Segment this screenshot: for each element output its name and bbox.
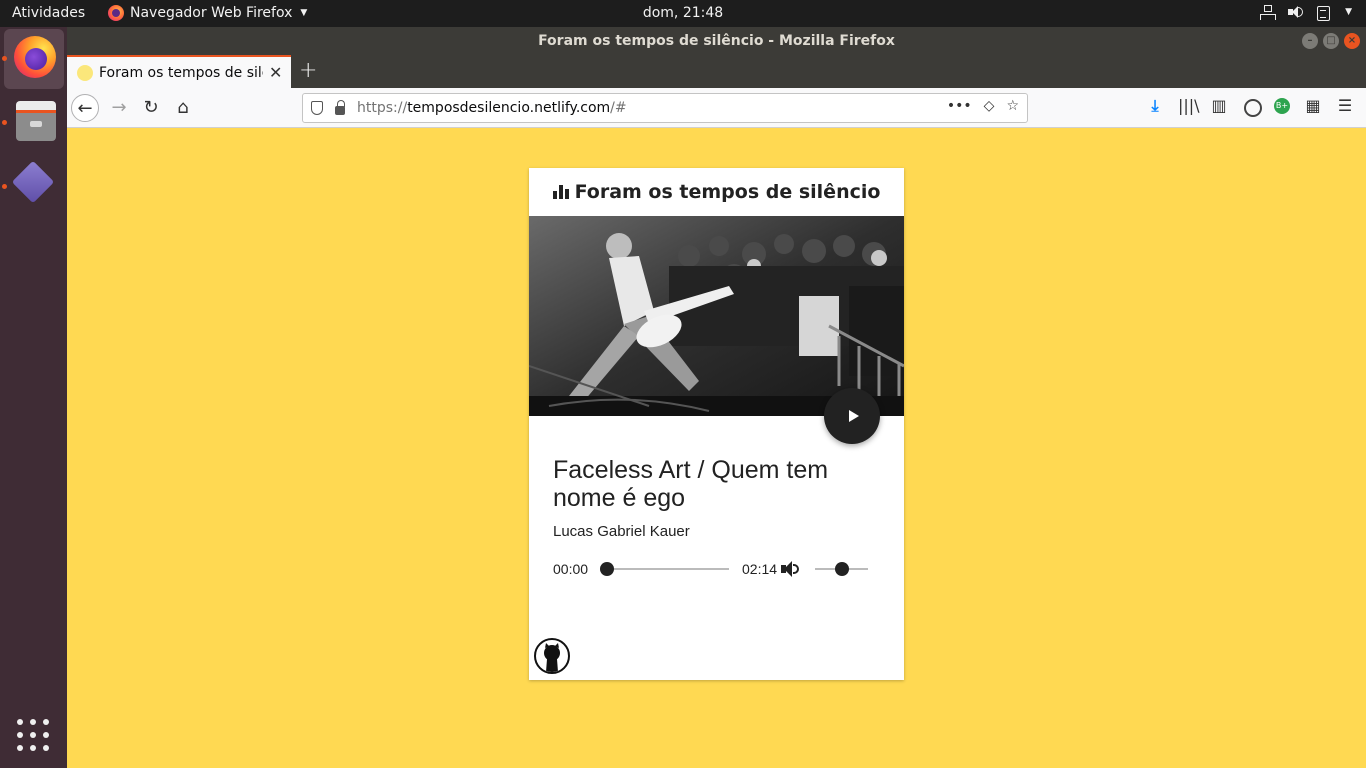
url-text[interactable]: https://temposdesilencio.netlify.com/# [357,100,627,116]
current-time: 00:00 [553,561,589,577]
bar-chart-icon [552,185,569,199]
bookmark-star-icon[interactable]: ☆ [1006,98,1019,114]
window-title: Foram os tempos de silêncio - Mozilla Fi… [538,33,895,49]
minimize-button[interactable]: – [1302,33,1318,49]
maximize-button[interactable]: □ [1323,33,1339,49]
clock[interactable]: dom, 21:48 [0,5,1366,21]
chevron-down-icon[interactable]: ▼ [1345,7,1352,17]
dock-item-app[interactable] [4,155,64,215]
dock-item-files[interactable] [4,91,64,151]
downloads-icon[interactable]: ⤓ [1146,97,1164,115]
play-button[interactable] [824,388,880,444]
page-actions-icon[interactable]: ••• [947,98,972,114]
forward-button[interactable]: → [105,94,133,122]
tab-active[interactable]: Foram os tempos de silêncio ✕ [67,55,291,88]
dock [0,27,67,768]
sidebar-icon[interactable]: ▥ [1210,97,1228,115]
show-applications-icon[interactable] [17,719,49,751]
reload-button[interactable]: ↻ [137,94,165,122]
running-indicator [2,184,7,189]
tracking-shield-icon[interactable] [311,101,323,115]
account-icon[interactable] [1242,97,1260,115]
player-card: Foram os tempos de silêncio Faceless Art… [529,168,904,680]
extensions-puzzle-icon[interactable]: ▦ [1304,97,1322,115]
files-icon [16,101,56,141]
volume-icon[interactable] [1287,4,1304,20]
close-tab-icon[interactable]: ✕ [269,63,282,82]
pocket-icon[interactable]: ◇ [984,98,995,114]
tab-strip: Foram os tempos de silêncio ✕ + [67,55,1366,88]
running-indicator [2,120,7,125]
volume-icon[interactable] [781,560,801,578]
album-cover-image [529,216,904,416]
system-top-bar: Atividades Navegador Web Firefox ▼ dom, … [0,0,1366,27]
favicon-icon [77,64,93,81]
concert-photo [529,216,904,416]
play-icon [848,410,859,422]
clipboard-icon[interactable] [1315,4,1331,21]
duration: 02:14 [742,561,778,577]
tab-title: Foram os tempos de silêncio [99,64,263,81]
close-window-button[interactable]: × [1344,33,1360,49]
volume-slider[interactable] [815,562,868,576]
song-title: Faceless Art / Quem tem nome é ego [553,456,829,512]
hamburger-menu-icon[interactable]: ☰ [1336,97,1354,115]
seek-bar[interactable] [600,562,729,576]
running-indicator [2,56,7,61]
network-icon[interactable] [1259,4,1277,20]
lock-icon[interactable] [335,99,345,115]
new-tab-button[interactable]: + [299,58,317,83]
card-header: Foram os tempos de silêncio [529,168,904,216]
firefox-icon [14,36,56,78]
seek-handle[interactable] [600,562,614,576]
home-button[interactable]: ⌂ [169,94,197,122]
page-title: Foram os tempos de silêncio [574,181,881,203]
system-tray[interactable]: ▼ [1259,4,1352,21]
github-icon [544,643,560,672]
artist-name: Lucas Gabriel Kauer [553,523,690,540]
github-link[interactable] [534,638,570,674]
app-gem-icon [11,160,55,204]
back-button[interactable]: ← [71,94,99,122]
volume-handle[interactable] [834,562,849,576]
extension-icon[interactable]: B+ [1274,98,1290,114]
window-title-bar: Foram os tempos de silêncio - Mozilla Fi… [67,27,1366,55]
audio-controls: 00:00 02:14 [553,558,883,580]
url-bar[interactable]: https://temposdesilencio.netlify.com/# •… [302,93,1028,123]
nav-toolbar: ← → ↻ ⌂ https://temposdesilencio.netlify… [67,88,1366,128]
library-icon[interactable]: |||\ [1178,97,1200,115]
dock-item-firefox[interactable] [4,29,64,89]
